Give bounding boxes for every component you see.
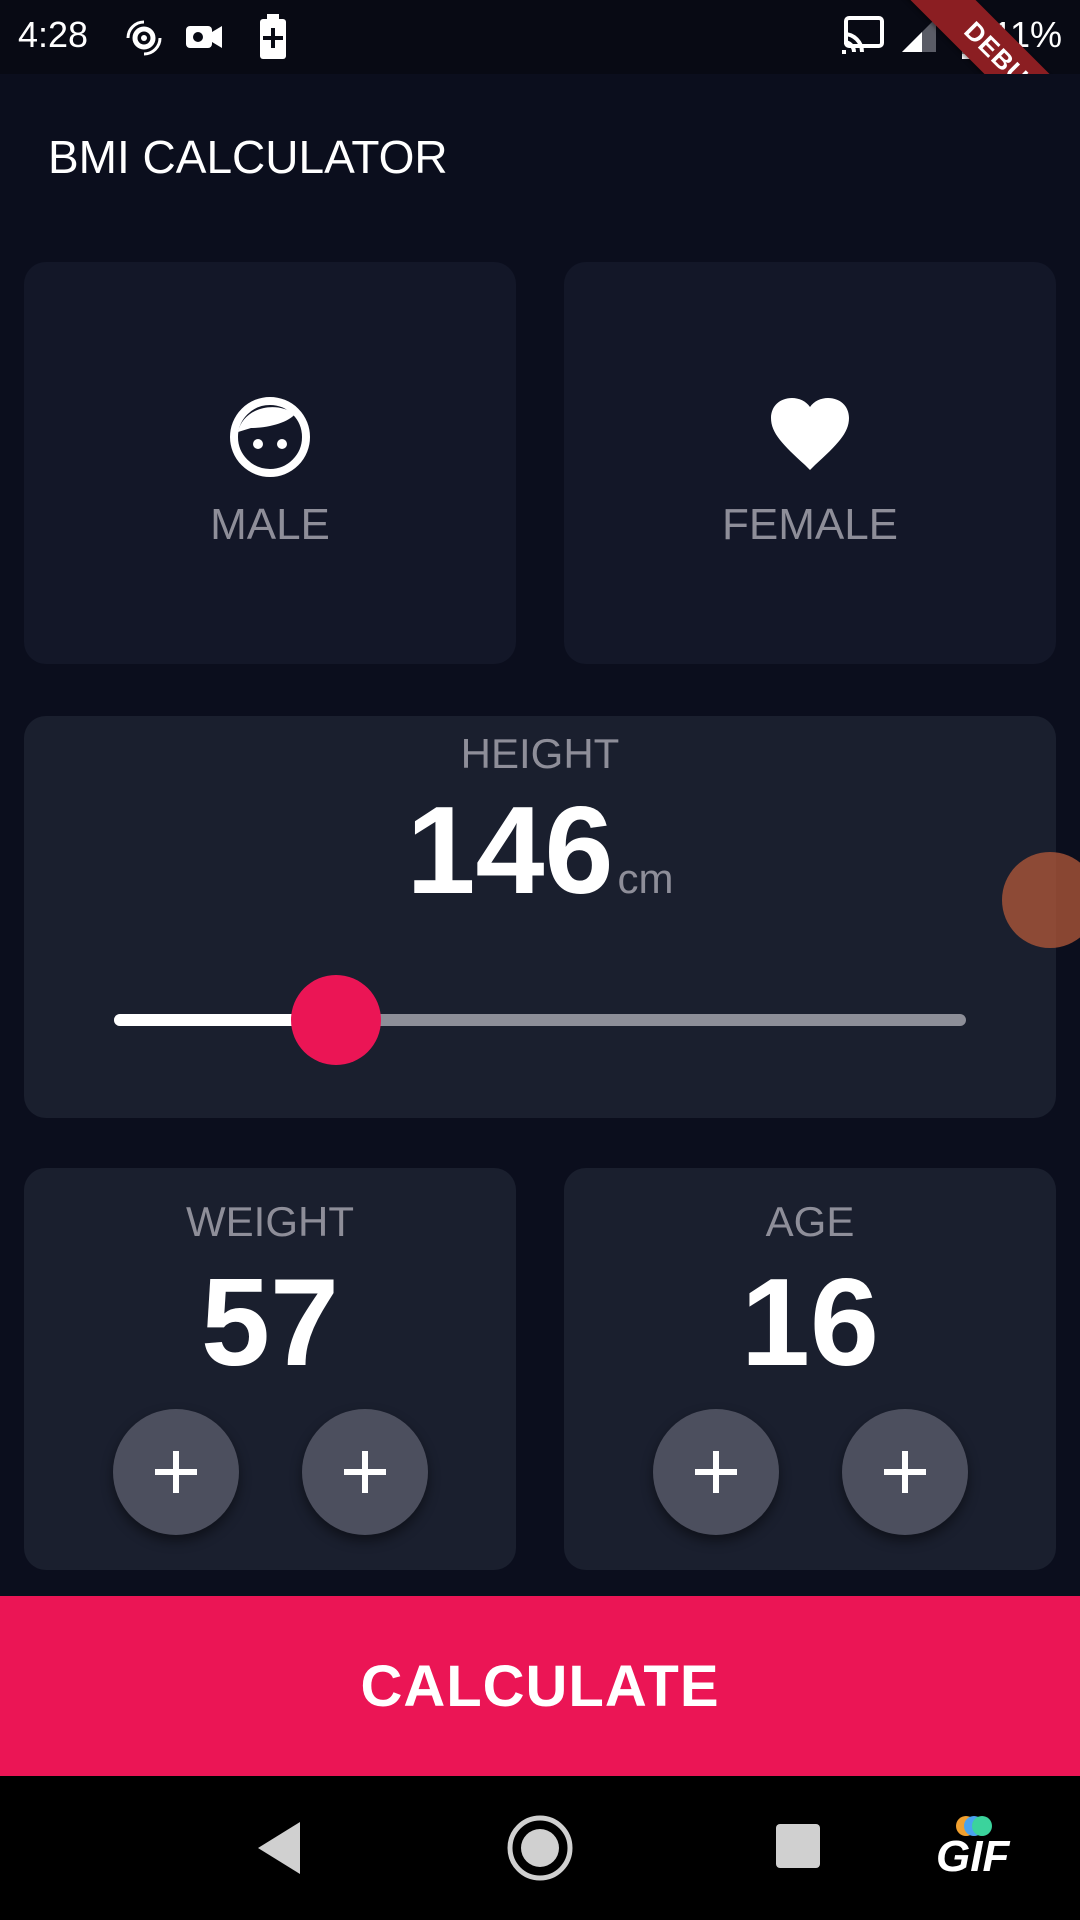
weight-value: 57 bbox=[201, 1254, 339, 1392]
height-value-row: 146cm bbox=[24, 780, 1056, 922]
heart-icon bbox=[771, 398, 849, 470]
height-slider[interactable] bbox=[114, 975, 966, 1065]
back-icon[interactable] bbox=[256, 1820, 302, 1876]
plus-icon bbox=[695, 1451, 737, 1493]
age-value-row: 16 bbox=[564, 1252, 1056, 1394]
height-value: 146 bbox=[406, 782, 614, 920]
weight-value-row: 57 bbox=[24, 1252, 516, 1394]
battery-saver-icon bbox=[260, 14, 286, 59]
face-icon bbox=[230, 397, 310, 477]
plus-icon bbox=[344, 1451, 386, 1493]
camera-icon bbox=[186, 26, 222, 48]
recents-icon[interactable] bbox=[774, 1822, 822, 1870]
age-card: AGE 16 bbox=[564, 1168, 1056, 1570]
gif-badge: GIF bbox=[936, 1832, 1010, 1881]
calculate-button[interactable]: CALCULATE bbox=[0, 1596, 1080, 1776]
male-card[interactable]: MALE bbox=[24, 262, 516, 664]
plus-icon bbox=[884, 1451, 926, 1493]
height-unit: cm bbox=[617, 855, 674, 902]
calculate-label: CALCULATE bbox=[360, 1653, 720, 1719]
plus-icon bbox=[155, 1451, 197, 1493]
settings-sync-icon bbox=[126, 20, 162, 56]
age-increment-button[interactable] bbox=[842, 1409, 968, 1535]
weight-increment-button[interactable] bbox=[302, 1409, 428, 1535]
status-bar: 4:28 11% bbox=[0, 0, 1080, 74]
female-label: FEMALE bbox=[721, 500, 899, 549]
cast-icon bbox=[842, 16, 884, 54]
height-card: HEIGHT 146cm bbox=[24, 716, 1056, 1118]
age-decrement-button[interactable] bbox=[653, 1409, 779, 1535]
weight-decrement-button[interactable] bbox=[113, 1409, 239, 1535]
height-label: HEIGHT bbox=[460, 730, 620, 777]
app-bar: BMI CALCULATOR bbox=[0, 74, 1080, 238]
home-icon[interactable] bbox=[506, 1814, 574, 1882]
age-label: AGE bbox=[765, 1198, 855, 1245]
age-value: 16 bbox=[741, 1254, 879, 1392]
page-title: BMI CALCULATOR bbox=[48, 131, 448, 183]
male-label: MALE bbox=[210, 500, 330, 549]
female-card[interactable]: FEMALE bbox=[564, 262, 1056, 664]
weight-label: WEIGHT bbox=[186, 1198, 354, 1245]
navigation-bar: GIF bbox=[0, 1776, 1080, 1920]
height-slider-thumb[interactable] bbox=[290, 975, 381, 1065]
weight-card: WEIGHT 57 bbox=[24, 1168, 516, 1570]
status-time: 4:28 bbox=[18, 14, 89, 55]
